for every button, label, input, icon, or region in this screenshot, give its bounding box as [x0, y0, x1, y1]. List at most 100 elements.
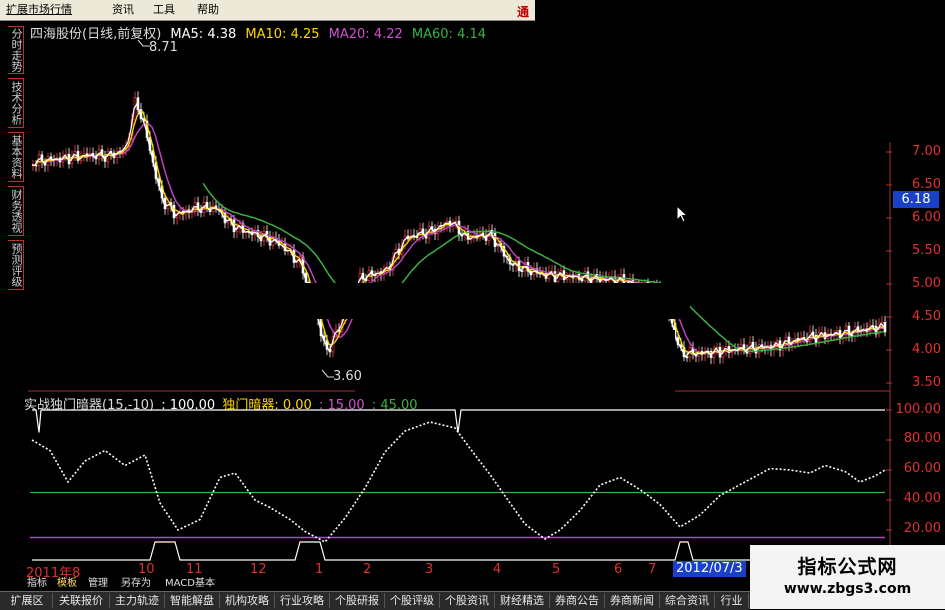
bottom-tab-broker-notices[interactable]: 券商公告 [550, 593, 605, 608]
candle-body [229, 218, 233, 221]
candle-body [55, 157, 59, 161]
candle-body [430, 226, 434, 230]
candle-body [325, 340, 329, 350]
candle-body [238, 223, 242, 228]
ma10-label: MA10: 4.25 [245, 27, 320, 42]
date-tick: 6 [614, 562, 623, 577]
candle-body [271, 237, 275, 246]
candle-body [694, 353, 698, 357]
candle-body [313, 298, 317, 307]
candle-body [331, 336, 335, 353]
candle-body [478, 232, 482, 239]
sub-tab-manage[interactable]: 管理 [88, 577, 108, 590]
menu-right-label[interactable]: 通 [517, 3, 529, 20]
menu-extended-market[interactable]: 扩展市场行情 [6, 3, 72, 17]
candle-body [187, 209, 191, 213]
side-tab-technical[interactable]: 技术分析 [8, 78, 24, 128]
candle-body [712, 348, 716, 358]
candle-body [394, 248, 398, 258]
candle-body [457, 220, 461, 236]
candle-body [250, 231, 254, 236]
price-axis-label-550: 5.50 [912, 243, 941, 258]
price-axis-label-450: 4.50 [912, 309, 941, 324]
date-tick: 1 [315, 562, 324, 577]
candle-body [409, 235, 413, 240]
bottom-tab-broker-news[interactable]: 券商新闻 [605, 593, 660, 608]
candle-body [70, 156, 74, 165]
price-axis-label-350: 3.50 [912, 375, 941, 390]
candle-body [652, 284, 656, 295]
candle-body [283, 243, 287, 252]
candle-body [721, 350, 725, 358]
sub-tab-indicator[interactable]: 指标 [27, 577, 47, 590]
ma20-label: MA20: 4.22 [328, 27, 403, 42]
bottom-tab-stock-research[interactable]: 个股研报 [330, 593, 385, 608]
side-tab-financials[interactable]: 财务透视 [8, 186, 24, 236]
candle-body [880, 321, 884, 326]
watermark-logo: 指标公式网 www.zbgs3.com [750, 545, 945, 609]
candle-body [298, 256, 302, 263]
candle-body [829, 333, 833, 336]
candle-body [661, 295, 665, 297]
sub-tab-macd[interactable]: MACD基本 [165, 577, 215, 590]
sub-tab-save-as[interactable]: 另存为 [121, 577, 151, 590]
candle-body [520, 270, 524, 272]
bottom-tab-institution[interactable]: 机构攻略 [220, 593, 275, 608]
menu-help[interactable]: 帮助 [197, 3, 219, 17]
candle-body [163, 197, 167, 210]
candle-body [145, 120, 149, 138]
candle-body [412, 235, 416, 237]
sub-tab-template[interactable]: 模板 [57, 577, 77, 590]
bottom-tab-stock-news[interactable]: 个股资讯 [440, 593, 495, 608]
bottom-tab-main-track[interactable]: 主力轨迹 [110, 593, 165, 608]
candle-body [310, 285, 314, 300]
candle-body [538, 272, 542, 275]
menu-info[interactable]: 资讯 [112, 3, 134, 17]
candle-body [607, 278, 611, 282]
candle-body [670, 316, 674, 324]
candle-body [814, 334, 818, 343]
side-tab-fundamentals[interactable]: 基本资料 [8, 132, 24, 182]
candle-body [475, 235, 479, 239]
candle-body [517, 260, 521, 271]
kline-chart-area[interactable] [0, 0, 945, 609]
candle-body [151, 150, 155, 163]
bottom-tab-ext-area[interactable]: 扩展区 [2, 593, 53, 608]
side-tabs: 分时走势 技术分析 基本资料 财务透视 预测评级 [0, 22, 27, 298]
candle-body [364, 278, 368, 281]
candle-body [247, 231, 251, 233]
candle-body [442, 224, 446, 227]
candle-body [454, 220, 458, 224]
candle-body [745, 350, 749, 354]
candle-body [265, 231, 269, 238]
candle-body [490, 229, 494, 234]
candle-body [631, 278, 635, 286]
bottom-tab-related-quotes[interactable]: 关联报价 [53, 593, 110, 608]
bottom-tab-finance-picks[interactable]: 财经精选 [495, 593, 550, 608]
candle-body [862, 328, 866, 332]
candle-body [601, 277, 605, 283]
indicator-level-high: : 45.00 [371, 398, 418, 413]
menu-tools[interactable]: 工具 [153, 3, 175, 17]
bottom-tab-stock-rating[interactable]: 个股评级 [385, 593, 440, 608]
candle-body [583, 271, 587, 282]
candle-body [370, 270, 374, 275]
bottom-tab-general-news[interactable]: 综合资讯 [660, 593, 715, 608]
bottom-tab-industry[interactable]: 行业 [715, 593, 749, 608]
candle-body [679, 344, 683, 348]
candle-body [673, 322, 677, 338]
candle-body [763, 346, 767, 349]
candle-body [133, 97, 137, 121]
candle-body [523, 262, 527, 272]
candle-body [847, 325, 851, 336]
bottom-tab-smart-analysis[interactable]: 智能解盘 [165, 593, 220, 608]
high-price-marker: 8.71 [149, 40, 178, 55]
candle-body [268, 236, 272, 246]
candle-body [667, 304, 671, 318]
ma60-line [202, 182, 885, 353]
bottom-tab-industry-guide[interactable]: 行业攻略 [275, 593, 330, 608]
side-tab-rating[interactable]: 预测评级 [8, 240, 24, 290]
ma20-line [31, 122, 885, 355]
side-tab-intraday[interactable]: 分时走势 [8, 26, 24, 74]
candle-body [691, 347, 695, 355]
